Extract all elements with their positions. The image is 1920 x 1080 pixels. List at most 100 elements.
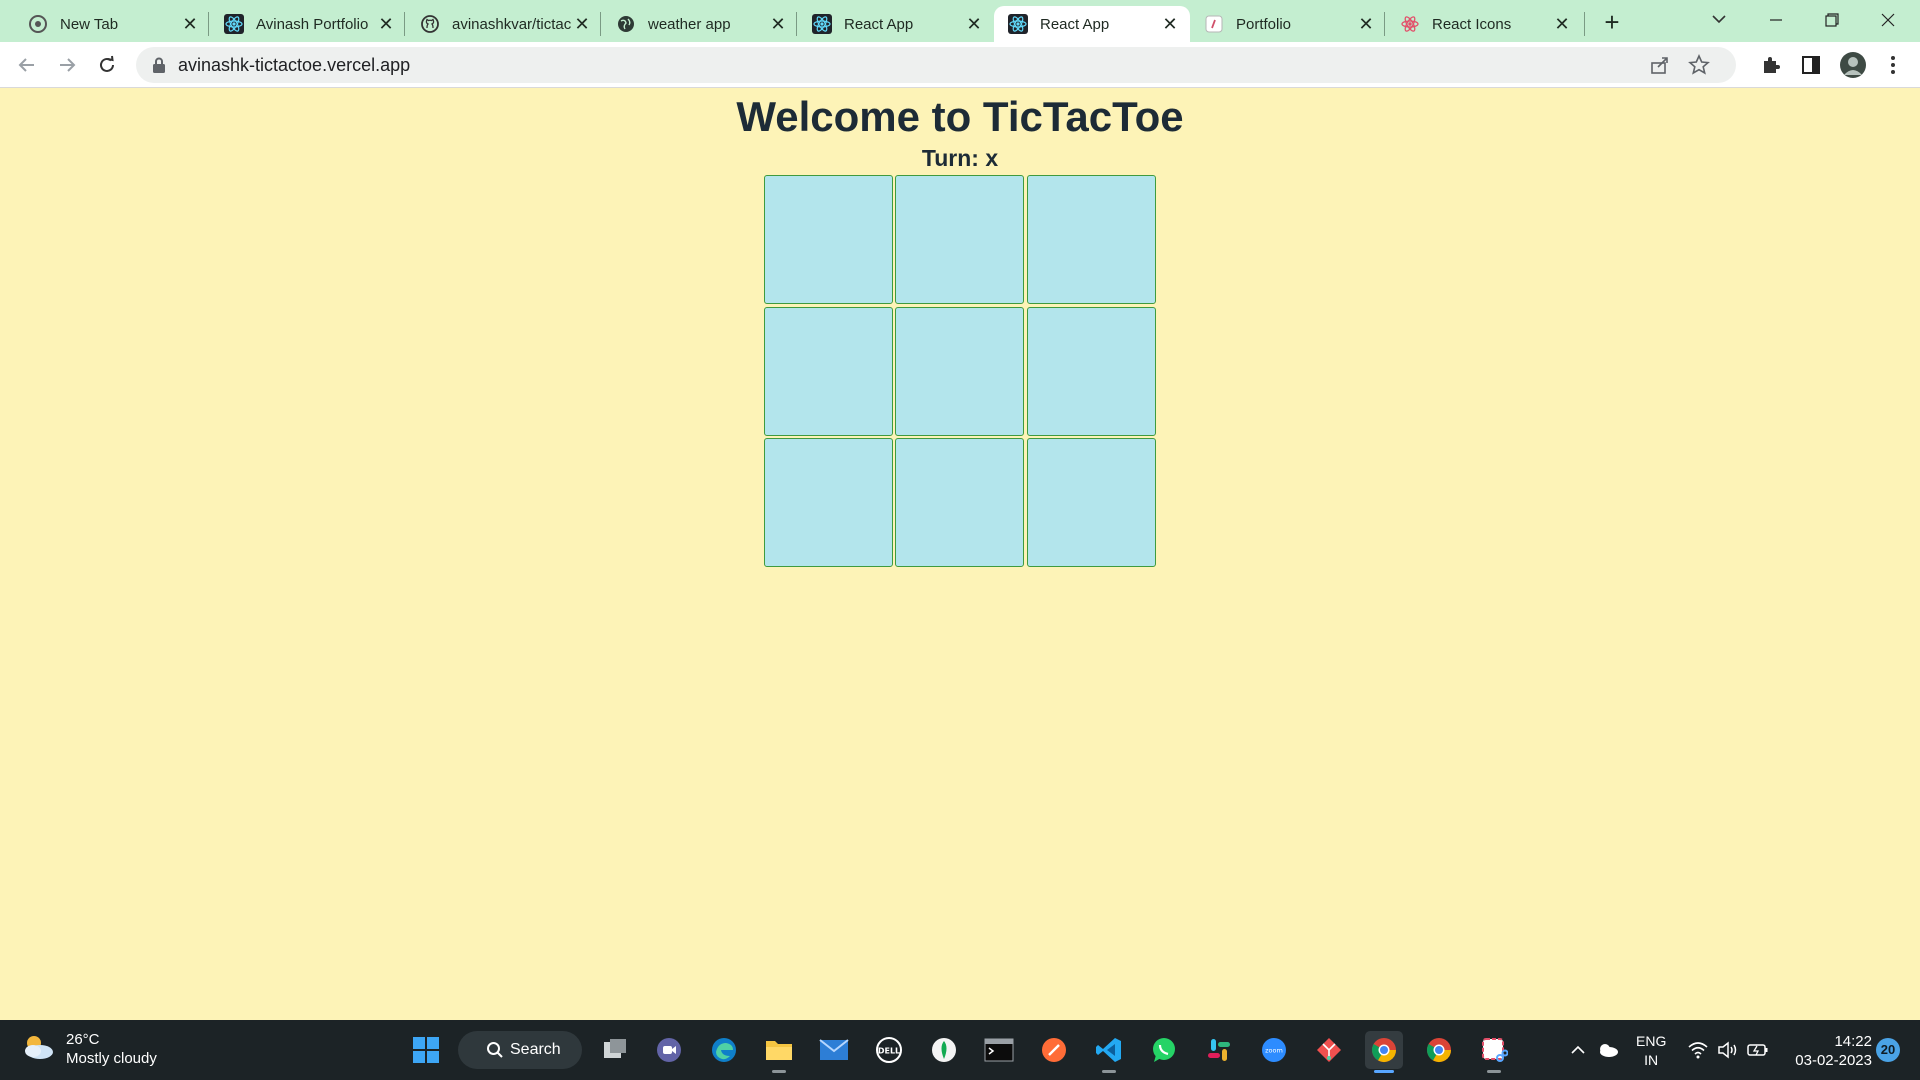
- system-clock[interactable]: 14:22 03-02-2023: [1786, 1032, 1872, 1070]
- close-icon[interactable]: ✕: [1160, 14, 1180, 34]
- board-cell[interactable]: [764, 438, 893, 567]
- onedrive-cloud-icon[interactable]: [1596, 1038, 1620, 1062]
- share-icon[interactable]: [1650, 55, 1670, 75]
- start-windows-icon[interactable]: [407, 1031, 445, 1069]
- input-language[interactable]: ENG IN: [1636, 1032, 1666, 1070]
- tab-react-icons[interactable]: React Icons ✕: [1386, 6, 1582, 42]
- board-cell[interactable]: [1027, 175, 1156, 304]
- tab-portfolio[interactable]: Portfolio ✕: [1190, 6, 1386, 42]
- windows-taskbar: 26°C Mostly cloudy Search DELL zoom ENG …: [0, 1020, 1920, 1080]
- address-url[interactable]: avinashk-tictactoe.vercel.app: [178, 55, 410, 76]
- teams-chat-icon[interactable]: [650, 1031, 688, 1069]
- taskbar-search[interactable]: Search: [458, 1031, 582, 1069]
- weather-temperature: 26°C: [66, 1031, 100, 1048]
- page-title: Welcome to TicTacToe: [736, 93, 1184, 140]
- close-icon[interactable]: ✕: [964, 14, 984, 34]
- search-label: Search: [510, 1041, 561, 1058]
- edge-browser-icon[interactable]: [705, 1031, 743, 1069]
- tab-title: Portfolio: [1236, 15, 1292, 33]
- lock-icon[interactable]: [152, 57, 166, 73]
- tab-new-tab[interactable]: New Tab ✕: [14, 6, 210, 42]
- tab-react-app[interactable]: React App ✕: [798, 6, 994, 42]
- running-indicator: [772, 1070, 786, 1073]
- back-arrow-icon[interactable]: [12, 50, 42, 80]
- chrome-icon: [28, 14, 48, 34]
- tab-title: React App: [844, 15, 914, 33]
- svg-text:DELL: DELL: [878, 1047, 900, 1056]
- tab-avinash-portfolio[interactable]: Avinash Portfolio ✕: [210, 6, 406, 42]
- wifi-icon[interactable]: [1686, 1038, 1710, 1062]
- running-indicator: [1374, 1070, 1394, 1073]
- close-icon[interactable]: ✕: [1552, 14, 1572, 34]
- volume-icon[interactable]: [1716, 1038, 1740, 1062]
- board-cell[interactable]: [895, 307, 1024, 436]
- board-cell[interactable]: [1027, 307, 1156, 436]
- weather-widget[interactable]: 26°C Mostly cloudy: [20, 1030, 157, 1068]
- region-code: IN: [1644, 1052, 1659, 1068]
- tab-separator: [796, 12, 797, 36]
- search-icon: [487, 1042, 503, 1058]
- restore-icon[interactable]: [1804, 2, 1860, 38]
- tab-separator: [208, 12, 209, 36]
- browser-toolbar: avinashk-tictactoe.vercel.app: [0, 42, 1920, 88]
- bookmark-star-icon[interactable]: [1688, 54, 1710, 76]
- window-close-icon[interactable]: [1860, 2, 1916, 38]
- board-cell[interactable]: [1027, 438, 1156, 567]
- chrome-taskbar-icon[interactable]: [1365, 1031, 1403, 1073]
- globe-icon: [616, 14, 636, 34]
- cloudy-weather-icon: [20, 1032, 56, 1067]
- chrome-profile-icon[interactable]: [1420, 1031, 1458, 1069]
- tab-separator: [1584, 12, 1585, 36]
- vscode-icon[interactable]: [1090, 1031, 1128, 1073]
- board-cell[interactable]: [764, 307, 893, 436]
- tab-search-chevron-icon[interactable]: [1708, 8, 1730, 30]
- board-cell[interactable]: [895, 175, 1024, 304]
- react-icon: [812, 14, 832, 34]
- profile-avatar[interactable]: [1838, 50, 1868, 80]
- svg-text:zoom: zoom: [1265, 1047, 1283, 1055]
- notification-count-badge[interactable]: 20: [1876, 1038, 1900, 1062]
- tab-separator: [1384, 12, 1385, 36]
- menu-kebab-icon[interactable]: [1880, 52, 1906, 78]
- forward-arrow-icon[interactable]: [52, 50, 82, 80]
- close-icon[interactable]: ✕: [376, 14, 396, 34]
- tictactoe-board: [764, 175, 1156, 568]
- show-hidden-icons-chevron-icon[interactable]: [1566, 1038, 1590, 1062]
- snipping-tool-icon[interactable]: [1475, 1031, 1513, 1073]
- tab-react-app-active[interactable]: React App ✕: [994, 6, 1190, 42]
- file-explorer-icon[interactable]: [760, 1031, 798, 1073]
- battery-icon[interactable]: [1746, 1038, 1770, 1062]
- close-icon[interactable]: ✕: [768, 14, 788, 34]
- close-icon[interactable]: ✕: [180, 14, 200, 34]
- language-code: ENG: [1636, 1033, 1667, 1049]
- mail-icon[interactable]: [815, 1031, 853, 1069]
- tab-github-repo[interactable]: avinashkvar/tictac ✕: [406, 6, 602, 42]
- task-view-icon[interactable]: [596, 1031, 634, 1069]
- postman-icon[interactable]: [1035, 1031, 1073, 1069]
- running-indicator: [1102, 1070, 1116, 1073]
- extensions-puzzle-icon[interactable]: [1758, 52, 1784, 78]
- tab-separator: [600, 12, 601, 36]
- board-cell[interactable]: [895, 438, 1024, 567]
- minimize-icon[interactable]: [1748, 2, 1804, 38]
- mongodb-compass-icon[interactable]: [925, 1031, 963, 1069]
- close-icon[interactable]: ✕: [1356, 14, 1376, 34]
- weather-description: Mostly cloudy: [66, 1050, 157, 1067]
- board-cell[interactable]: [764, 175, 893, 304]
- address-bar[interactable]: avinashk-tictactoe.vercel.app: [136, 47, 1736, 83]
- terminal-icon[interactable]: [980, 1031, 1018, 1069]
- turn-indicator: Turn: x: [921, 145, 999, 171]
- slack-icon[interactable]: [1200, 1031, 1238, 1069]
- tab-weather-app[interactable]: weather app ✕: [602, 6, 798, 42]
- dell-icon[interactable]: DELL: [870, 1031, 908, 1069]
- side-panel-icon[interactable]: [1798, 52, 1824, 78]
- close-icon[interactable]: ✕: [572, 14, 592, 34]
- tab-strip: New Tab ✕ Avinash Portfolio ✕ avinashkva…: [0, 0, 1920, 42]
- whatsapp-icon[interactable]: [1145, 1031, 1183, 1069]
- git-tool-icon[interactable]: [1310, 1031, 1348, 1069]
- new-tab-button[interactable]: +: [1598, 8, 1626, 36]
- reload-icon[interactable]: [92, 50, 122, 80]
- zoom-icon[interactable]: zoom: [1255, 1031, 1293, 1069]
- react-icons-icon: [1400, 14, 1420, 34]
- page-content: Welcome to TicTacToe Turn: x: [0, 89, 1920, 1020]
